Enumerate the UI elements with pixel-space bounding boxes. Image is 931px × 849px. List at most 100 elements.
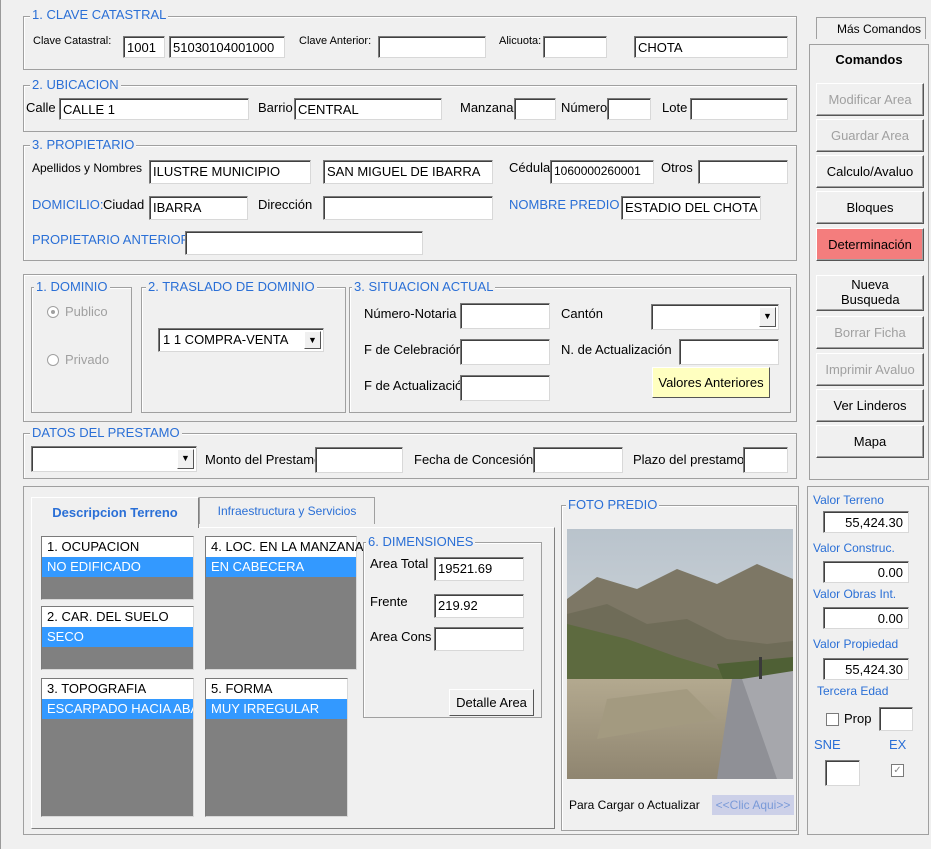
notaria-label: Número-Notaria [364, 306, 457, 321]
determinacion-button[interactable]: Determinación [816, 228, 924, 261]
prestamo-tipo-select[interactable]: ▼ [31, 446, 197, 472]
ciudad-input[interactable]: IBARRA [149, 196, 248, 220]
alicuota-input[interactable] [543, 36, 607, 58]
apellidos-input[interactable]: ILUSTRE MUNICIPIO [149, 160, 311, 184]
direccion-label: Dirección [258, 197, 313, 212]
valor-construc-input[interactable]: 0.00 [823, 561, 909, 583]
cedula-label: Cédula [509, 160, 551, 175]
propietario-anterior-input[interactable] [185, 231, 423, 255]
clave-part2-input[interactable]: 51030104001000 [169, 36, 285, 58]
monto-input[interactable] [315, 447, 403, 473]
otros-label: Otros [661, 160, 693, 175]
publico-label: Publico [65, 304, 108, 319]
privado-radio[interactable] [47, 354, 59, 366]
plazo-input[interactable] [743, 447, 788, 473]
valor-propiedad-input[interactable]: 55,424.30 [823, 658, 909, 680]
catastro-window: 1. CLAVE CATASTRAL Clave Catastral: 1001… [0, 0, 931, 849]
frente-input[interactable]: 219.92 [434, 594, 524, 618]
guardar-area-button[interactable]: Guardar Area [816, 119, 924, 152]
fecha-concesion-label: Fecha de Concesión [414, 452, 534, 467]
propietario-anterior-label: PROPIETARIO ANTERIOR: [32, 232, 194, 247]
cedula-input[interactable]: 1060000260001 [550, 160, 654, 184]
ocupacion-header: 1. OCUPACION [42, 537, 193, 557]
valores-anteriores-button[interactable]: Valores Anteriores [652, 367, 770, 398]
detalle-area-button[interactable]: Detalle Area [449, 689, 534, 716]
chevron-down-icon[interactable]: ▼ [759, 307, 776, 327]
foto-predio-image[interactable] [567, 529, 793, 779]
lote-label: Lote [662, 100, 688, 115]
dominio-title: 1. DOMINIO [34, 279, 110, 295]
landscape-photo [567, 529, 793, 779]
calculo-avaluo-button[interactable]: Calculo/Avaluo [816, 155, 924, 188]
clave-part1-input[interactable]: 1001 [123, 36, 165, 58]
actualizacion-input[interactable] [460, 375, 550, 401]
nombres-label: Apellidos y Nombres [32, 161, 143, 175]
topografia-list[interactable]: 3. TOPOGRAFIA ESCARPADO HACIA ABA [41, 678, 194, 817]
prop-label: Prop [844, 711, 872, 726]
chevron-down-icon[interactable]: ▼ [177, 449, 194, 469]
manzana-input[interactable] [514, 98, 556, 120]
prop-checkbox[interactable] [826, 713, 839, 726]
nueva-busqueda-button[interactable]: Nueva Busqueda [816, 275, 924, 311]
manzana-loc-header: 4. LOC. EN LA MANZANA [206, 537, 363, 557]
ocupacion-selected-item[interactable]: NO EDIFICADO [42, 557, 193, 577]
ex-label: EX [889, 737, 907, 752]
clave-anterior-input[interactable] [378, 36, 486, 58]
topografia-selected-item[interactable]: ESCARPADO HACIA ABA [42, 699, 193, 719]
tab-comandos-label: Comandos [835, 52, 903, 67]
canton-select[interactable]: ▼ [651, 304, 779, 330]
celebracion-input[interactable] [460, 339, 550, 365]
borrar-ficha-button[interactable]: Borrar Ficha [816, 316, 924, 349]
frente-label: Frente [370, 594, 408, 609]
numero-input[interactable] [607, 98, 651, 120]
nombres-input[interactable]: SAN MIGUEL DE IBARRA [323, 160, 493, 184]
valor-obras-input[interactable]: 0.00 [823, 607, 909, 629]
ex-checkbox[interactable]: ✓ [891, 764, 904, 777]
mapa-button[interactable]: Mapa [816, 425, 924, 458]
modificar-area-button[interactable]: Modificar Area [816, 83, 924, 116]
calle-input[interactable]: CALLE 1 [59, 98, 249, 120]
area-cons-input[interactable] [434, 627, 524, 651]
lote-input[interactable] [690, 98, 788, 120]
ocupacion-list[interactable]: 1. OCUPACION NO EDIFICADO [41, 536, 194, 600]
tab-descripcion-terreno[interactable]: Descripcion Terreno [31, 497, 199, 528]
n-actualizacion-input[interactable] [679, 339, 779, 365]
sne-label: SNE [814, 737, 841, 752]
sector-input[interactable]: CHOTA [634, 36, 788, 58]
notaria-input[interactable] [460, 303, 550, 329]
n-actualizacion-label: N. de Actualización [561, 342, 672, 357]
barrio-label: Barrio [258, 100, 293, 115]
dimensiones-title: 6. DIMENSIONES [366, 534, 476, 550]
clic-aqui-link[interactable]: <<Clic Aqui>> [712, 795, 794, 815]
ver-linderos-button[interactable]: Ver Linderos [816, 389, 924, 422]
suelo-selected-item[interactable]: SECO [42, 627, 193, 647]
imprimir-avaluo-button[interactable]: Imprimir Avaluo [816, 353, 924, 386]
tab-infraestructura[interactable]: Infraestructura y Servicios [199, 497, 375, 524]
forma-list[interactable]: 5. FORMA MUY IRREGULAR [205, 678, 348, 817]
tab-mas-comandos[interactable]: Más Comandos [816, 17, 926, 39]
tab-comandos[interactable]: Comandos [809, 44, 929, 74]
celebracion-label: F de Celebración [364, 342, 463, 357]
clave-anterior-label: Clave Anterior: [299, 35, 372, 47]
nombre-predio-input[interactable]: ESTADIO DEL CHOTA [621, 196, 761, 220]
otros-input[interactable] [698, 160, 788, 184]
traslado-select[interactable]: 1 1 COMPRA-VENTA ▼ [158, 328, 324, 352]
manzana-loc-list[interactable]: 4. LOC. EN LA MANZANA EN CABECERA [205, 536, 363, 670]
area-total-input[interactable]: 19521.69 [434, 557, 524, 581]
manzana-loc-selected-item[interactable]: EN CABECERA [206, 557, 356, 577]
publico-radio[interactable] [47, 306, 59, 318]
fecha-concesion-input[interactable] [533, 447, 623, 473]
barrio-input[interactable]: CENTRAL [294, 98, 442, 120]
suelo-list[interactable]: 2. CAR. DEL SUELO SECO [41, 606, 194, 670]
domicilio-label: DOMICILIO: [32, 197, 104, 212]
bloques-button[interactable]: Bloques [816, 191, 924, 224]
chevron-down-icon[interactable]: ▼ [304, 331, 321, 349]
direccion-input[interactable] [323, 196, 493, 220]
forma-selected-item[interactable]: MUY IRREGULAR [206, 699, 347, 719]
valor-terreno-label: Valor Terreno [813, 493, 884, 507]
valor-terreno-input[interactable]: 55,424.30 [823, 511, 909, 533]
prop-input[interactable] [879, 707, 913, 731]
cargar-label: Para Cargar o Actualizar [569, 798, 700, 812]
nombre-predio-label: NOMBRE PREDIO [509, 197, 620, 212]
sne-input[interactable] [825, 760, 860, 786]
